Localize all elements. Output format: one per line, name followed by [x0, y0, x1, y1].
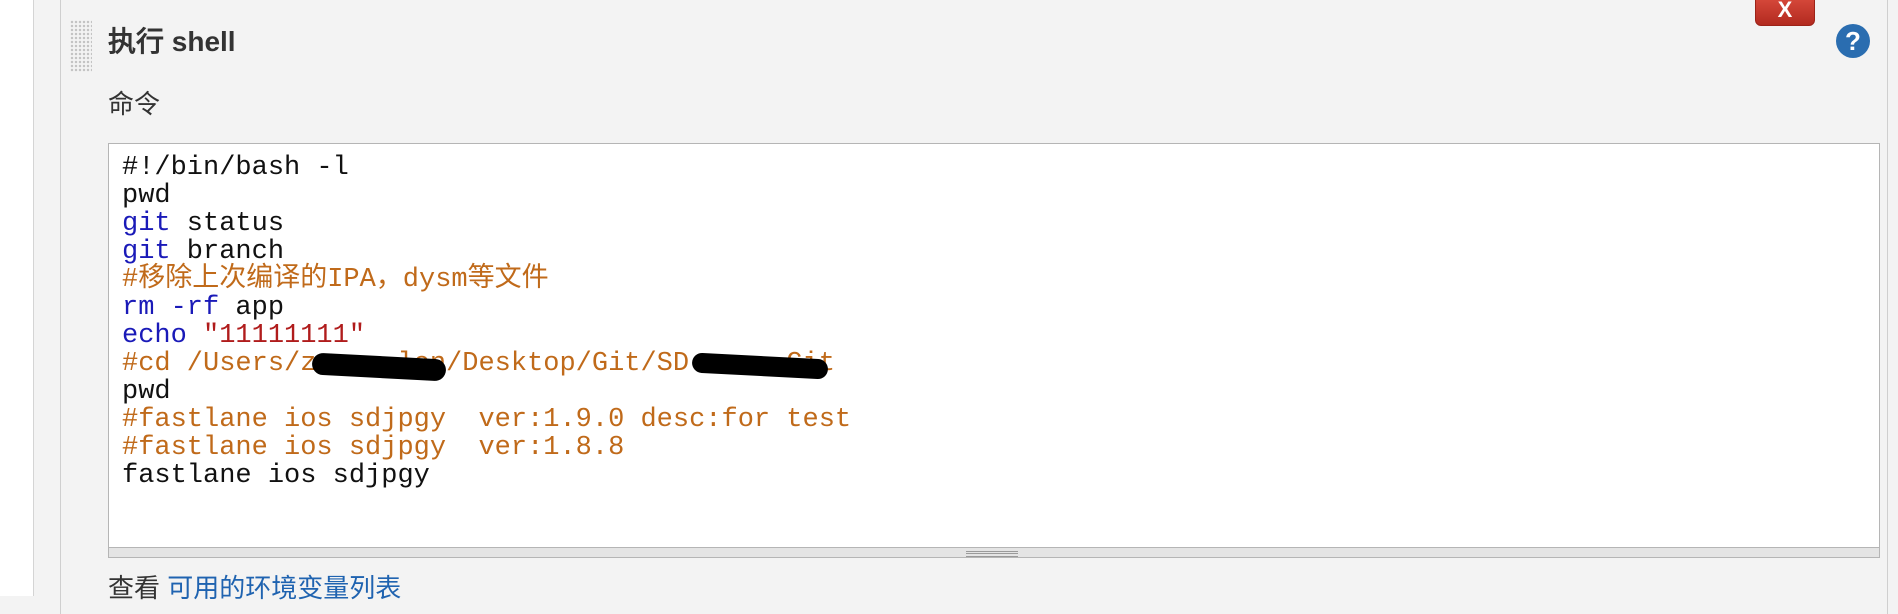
code-line: pwd — [122, 182, 851, 210]
code-line: #!/bin/bash -l — [122, 154, 851, 182]
code-token: echo — [122, 321, 187, 351]
delete-step-button[interactable]: X — [1755, 0, 1815, 26]
code-line: git branch — [122, 238, 851, 266]
code-line: #fastlane ios sdjpgy ver:1.8.8 — [122, 434, 851, 462]
code-token: pwd — [122, 181, 171, 211]
command-textarea[interactable]: #!/bin/bash -l pwd git status git branch #移除… — [108, 143, 1880, 548]
code-token: branch — [170, 237, 285, 267]
code-line: #fastlane ios sdjpgy ver:1.9.0 desc:for … — [122, 406, 851, 434]
question-circle-icon[interactable]: ? — [1836, 24, 1870, 58]
code-token: #fastlane ios sdjpgy ver:1.9.0 desc:for … — [122, 405, 852, 435]
code-token: #fastlane ios sdjpgy ver:1.8.8 — [122, 433, 625, 463]
code-token: "11111111" — [203, 321, 366, 351]
code-line: fastlane ios sdjpgy — [122, 462, 851, 490]
resize-grip-icon[interactable] — [966, 551, 1018, 557]
env-vars-hint: 查看 可用的环境变量列表 — [108, 572, 401, 604]
code-token: #!/bin/bash -l — [122, 153, 349, 183]
code-line: #移除上次编译的IPA，dysm等文件 — [122, 266, 851, 294]
code-line: rm -rf app — [122, 294, 851, 322]
code-token: git — [122, 209, 171, 239]
code-token: git — [122, 237, 171, 267]
command-code: #!/bin/bash -l pwd git status git branch #移除… — [122, 154, 851, 490]
env-vars-prefix: 查看 — [108, 573, 168, 603]
code-token: rm — [122, 293, 155, 323]
code-token: fastlane ios sdjpgy — [122, 461, 430, 491]
code-token: -rf — [170, 293, 220, 323]
env-vars-link[interactable]: 可用的环境变量列表 — [167, 573, 401, 603]
command-label: 命令 — [108, 89, 161, 119]
code-line: pwd — [122, 378, 851, 406]
code-token: #移除上次编译的IPA，dysm等文件 — [122, 265, 549, 295]
code-token: pwd — [122, 377, 171, 407]
code-line: git status — [122, 210, 851, 238]
code-token: status — [170, 209, 285, 239]
drag-handle-icon[interactable] — [70, 20, 92, 72]
step-title: 执行 shell — [108, 26, 236, 57]
page-gutter — [0, 0, 34, 596]
code-token: app — [219, 293, 285, 323]
code-line: echo "11111111" — [122, 322, 851, 350]
